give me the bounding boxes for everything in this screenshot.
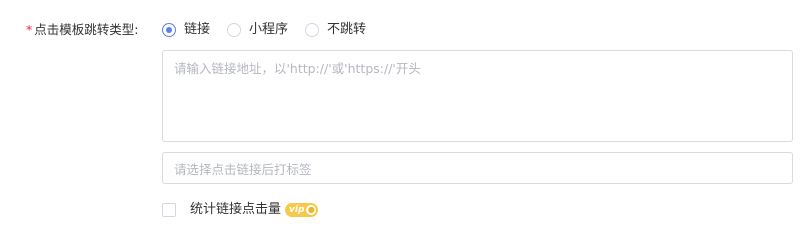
tag-select[interactable]: 请选择点击链接后打标签 — [162, 152, 793, 184]
radio-circle-icon[interactable] — [162, 23, 176, 37]
jump-type-label-text: 点击模板跳转类型: — [34, 22, 139, 37]
stats-checkbox-row: 统计链接点击量 vip ● — [162, 200, 319, 220]
stats-checkbox[interactable] — [162, 203, 176, 217]
radio-link[interactable]: 链接 — [162, 20, 210, 40]
radio-no-jump[interactable]: 不跳转 — [305, 20, 366, 40]
vip-badge: vip ● — [285, 203, 319, 217]
stats-checkbox-label[interactable]: 统计链接点击量 — [190, 200, 281, 220]
radio-circle-icon[interactable] — [305, 23, 320, 37]
required-asterisk: * — [26, 22, 33, 37]
radio-mini-program[interactable]: 小程序 — [227, 20, 288, 40]
radio-mini-program-label: 小程序 — [249, 22, 289, 37]
radio-no-jump-label: 不跳转 — [327, 22, 367, 37]
link-url-input[interactable] — [162, 50, 793, 142]
radio-link-label: 链接 — [184, 22, 211, 37]
lock-icon: ● — [306, 205, 317, 215]
radio-circle-icon[interactable] — [227, 23, 242, 37]
tag-select-placeholder: 请选择点击链接后打标签 — [174, 161, 312, 177]
jump-type-label: * 点击模板跳转类型: — [26, 20, 138, 40]
vip-badge-text: vip — [289, 205, 305, 215]
jump-type-radio-group: 链接 小程序 不跳转 — [162, 20, 383, 40]
